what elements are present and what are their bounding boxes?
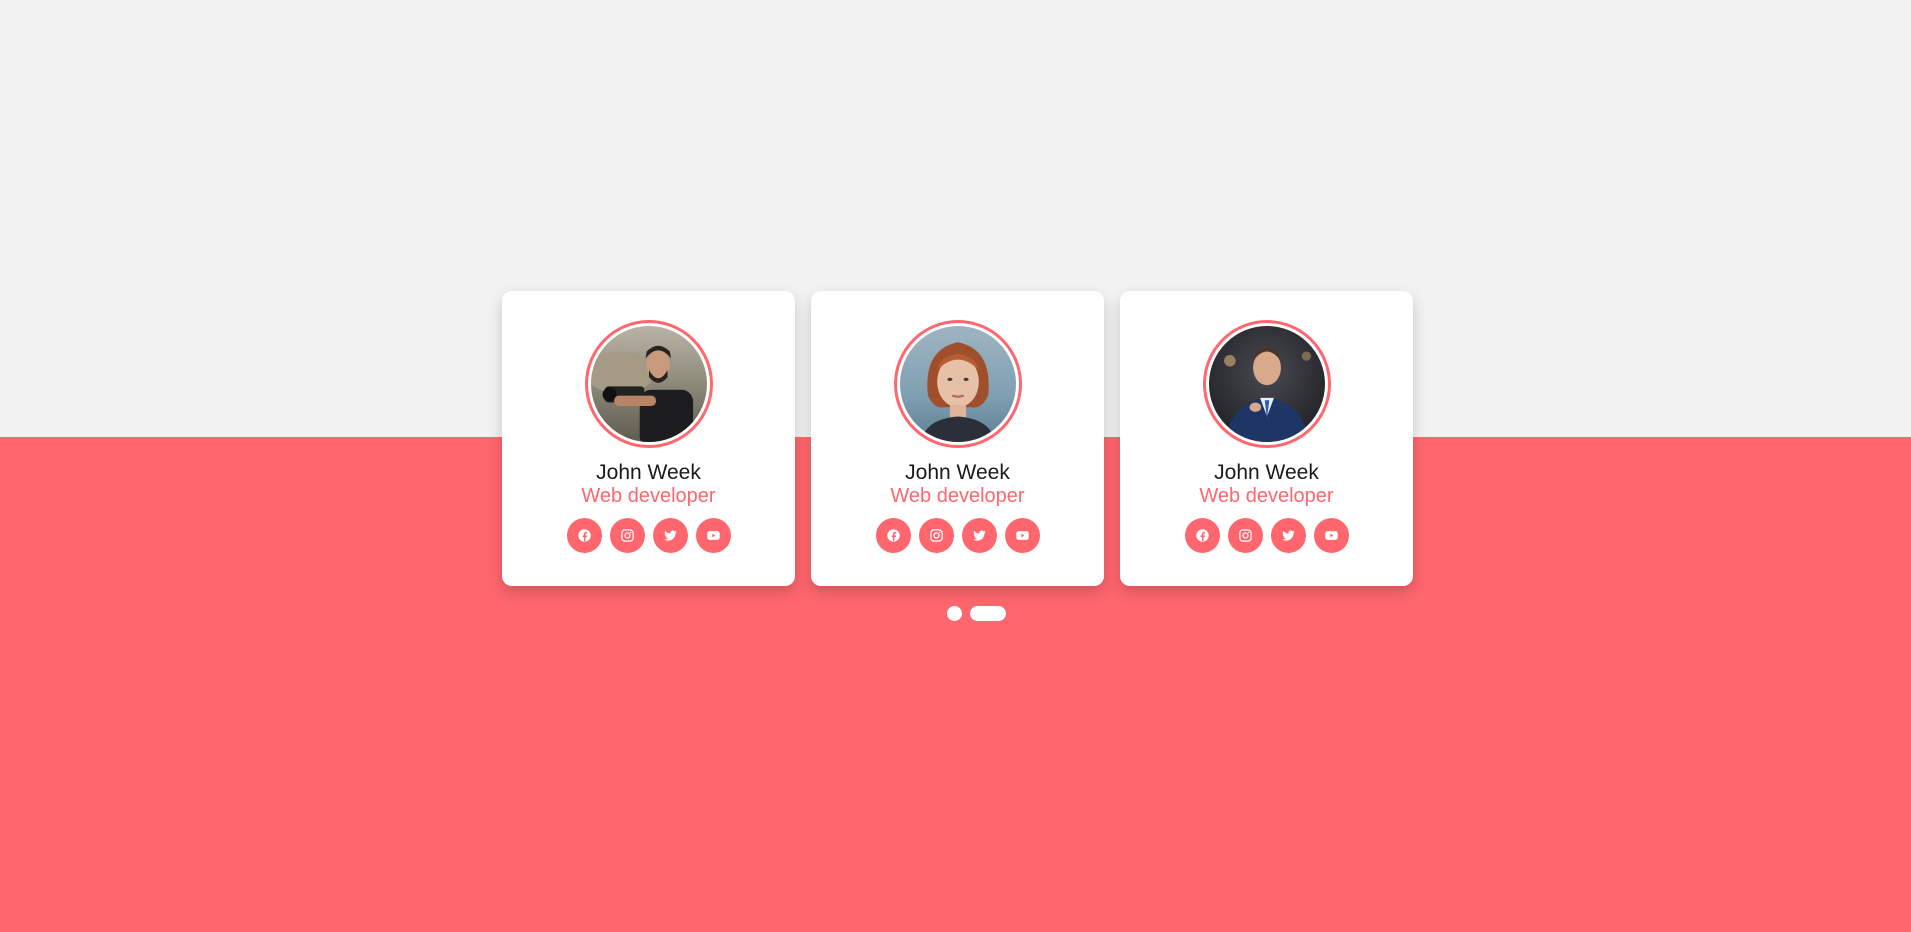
avatar <box>1202 320 1331 448</box>
instagram-icon <box>929 529 943 542</box>
twitter-icon <box>1281 530 1295 541</box>
profile-card: John Week Web developer <box>811 291 1104 586</box>
twitter-link[interactable] <box>961 518 997 553</box>
facebook-link[interactable] <box>875 518 911 553</box>
facebook-icon <box>577 529 591 542</box>
social-links <box>566 518 731 553</box>
red-haired-woman-photo <box>899 326 1016 442</box>
pagination-dot-2-active[interactable] <box>970 606 1006 621</box>
member-role: Web developer <box>1199 485 1334 507</box>
profile-card: John Week Web developer <box>502 291 795 586</box>
team-carousel: John Week Web developer John Week Web de… <box>502 291 1413 586</box>
man-in-suit-photo <box>1208 326 1325 442</box>
member-name: John Week <box>1214 461 1319 484</box>
instagram-icon <box>1238 529 1252 542</box>
instagram-link[interactable] <box>1227 518 1263 553</box>
facebook-icon <box>1195 529 1209 542</box>
facebook-link[interactable] <box>566 518 602 553</box>
youtube-link[interactable] <box>1313 518 1349 553</box>
page: John Week Web developer John Week Web de… <box>0 0 1911 932</box>
member-name: John Week <box>596 461 701 484</box>
twitter-icon <box>972 530 986 541</box>
youtube-icon <box>1015 531 1029 540</box>
facebook-icon <box>886 529 900 542</box>
twitter-link[interactable] <box>652 518 688 553</box>
man-with-camera-photo <box>590 326 707 442</box>
instagram-link[interactable] <box>609 518 645 553</box>
twitter-icon <box>663 530 677 541</box>
facebook-link[interactable] <box>1184 518 1220 553</box>
social-links <box>1184 518 1349 553</box>
youtube-link[interactable] <box>695 518 731 553</box>
member-name: John Week <box>905 461 1010 484</box>
social-links <box>875 518 1040 553</box>
youtube-icon <box>1324 531 1338 540</box>
avatar <box>893 320 1022 448</box>
instagram-icon <box>620 529 634 542</box>
twitter-link[interactable] <box>1270 518 1306 553</box>
member-role: Web developer <box>890 485 1025 507</box>
carousel-pagination <box>947 606 1006 621</box>
youtube-icon <box>706 531 720 540</box>
youtube-link[interactable] <box>1004 518 1040 553</box>
profile-card: John Week Web developer <box>1120 291 1413 586</box>
member-role: Web developer <box>581 485 716 507</box>
pagination-dot-1[interactable] <box>947 606 962 621</box>
instagram-link[interactable] <box>918 518 954 553</box>
avatar <box>584 320 713 448</box>
